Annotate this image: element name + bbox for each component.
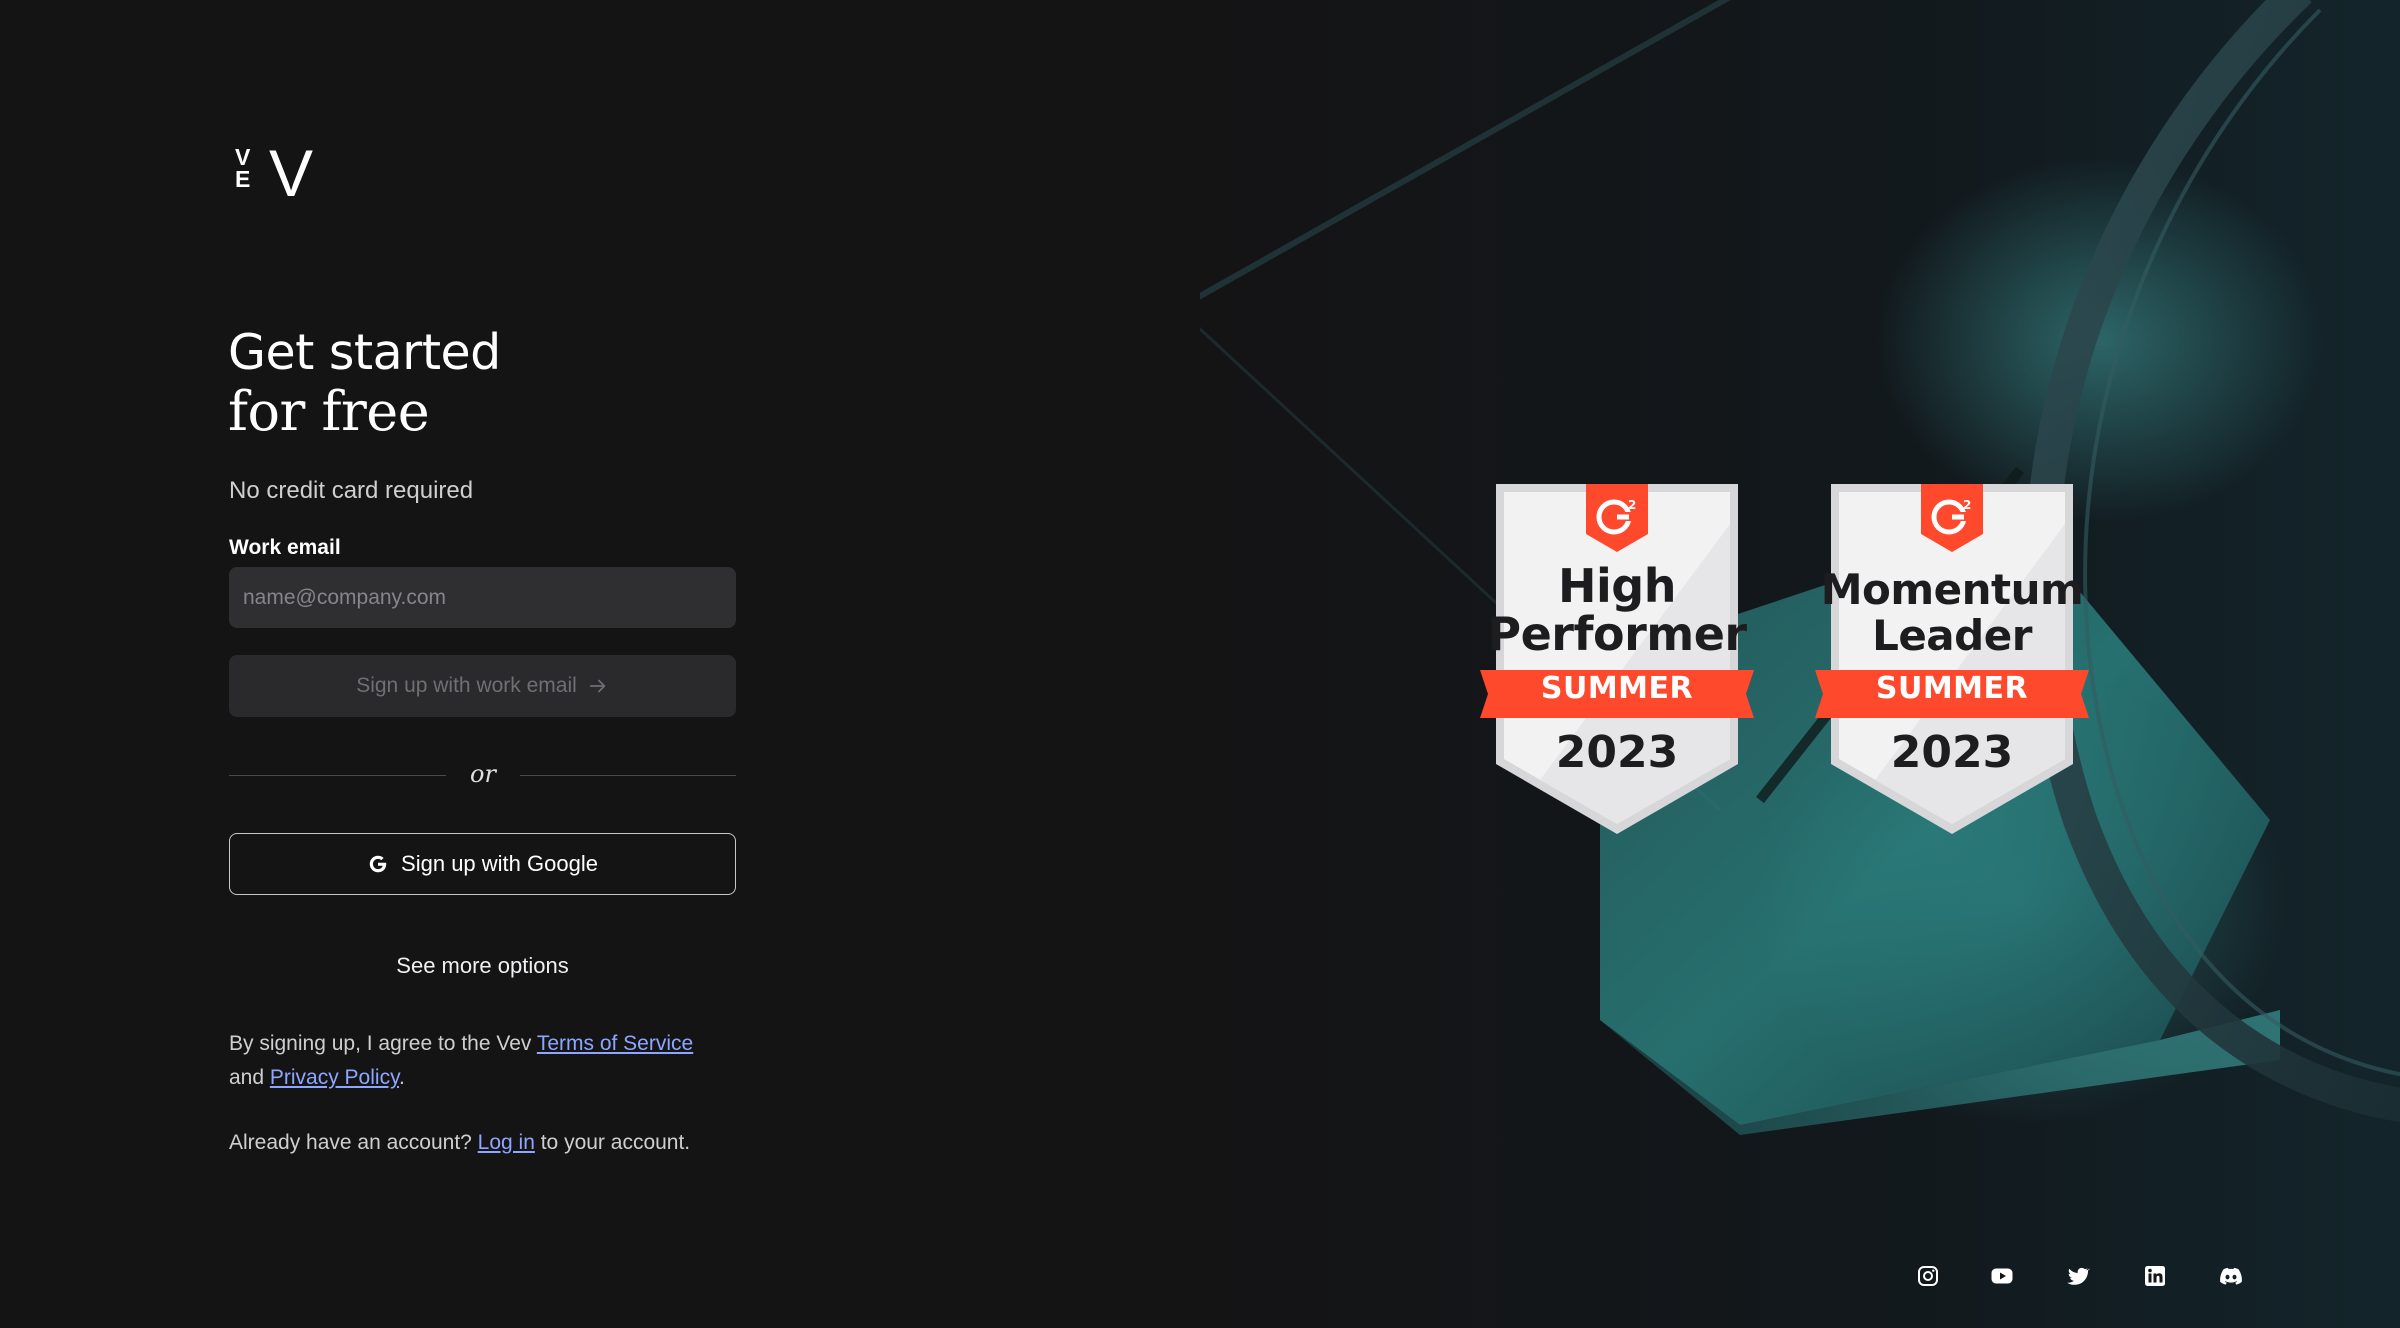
svg-text:2: 2: [1963, 498, 1971, 512]
page-title-line2: for free: [228, 380, 430, 443]
divider-right: [520, 775, 736, 776]
legal-and: and: [229, 1066, 270, 1089]
arrow-right-icon: [589, 679, 606, 693]
signup-google-label: Sign up with Google: [401, 851, 598, 876]
page-title-line1: Get started: [228, 324, 501, 381]
signup-google-button[interactable]: Sign up with Google: [229, 833, 736, 895]
instagram-icon[interactable]: [1914, 1262, 1942, 1290]
badge-year: 2023: [1555, 727, 1679, 778]
legal-suffix: .: [399, 1066, 405, 1089]
logo-small-bottom: E: [235, 166, 251, 192]
login-link[interactable]: Log in: [478, 1131, 535, 1154]
badge-title-line1: Momentum: [1820, 565, 2084, 614]
discord-icon[interactable]: [2217, 1262, 2245, 1290]
see-more-options-link[interactable]: See more options: [229, 953, 736, 979]
account-text: Already have an account? Log in to your …: [229, 1131, 690, 1155]
linkedin-icon[interactable]: [2141, 1262, 2169, 1290]
badge-season: SUMMER: [1540, 671, 1694, 706]
badge-title-line2: Leader: [1872, 611, 2032, 660]
badge-year: 2023: [1890, 727, 2014, 778]
svg-text:2: 2: [1628, 498, 1636, 512]
subtitle: No credit card required: [229, 477, 474, 504]
account-suffix: to your account.: [534, 1131, 691, 1154]
twitter-icon[interactable]: [2064, 1262, 2092, 1290]
signup-email-button[interactable]: Sign up with work email: [229, 655, 736, 717]
logo-big: V: [269, 136, 314, 210]
terms-of-service-link[interactable]: Terms of Service: [537, 1032, 693, 1055]
privacy-policy-link[interactable]: Privacy Policy: [270, 1066, 399, 1089]
legal-prefix: By signing up, I agree to the Vev: [229, 1032, 537, 1055]
badge-momentum-leader: 2 Momentum Leader SUMMER 2023: [1815, 484, 2089, 834]
vev-logo[interactable]: V E V: [229, 140, 319, 206]
legal-text: By signing up, I agree to the Vev Terms …: [229, 1027, 693, 1095]
badge-high-performer: 2 High Performer SUMMER 2023: [1480, 484, 1754, 834]
email-field[interactable]: [229, 567, 736, 628]
badge-title-line2: Performer: [1487, 607, 1747, 661]
divider-or: or: [470, 760, 496, 788]
hero-artwork: [1200, 0, 2400, 1328]
divider-left: [229, 775, 446, 776]
google-icon: [369, 855, 387, 873]
badge-season: SUMMER: [1875, 671, 2029, 706]
badge-title-line1: High: [1558, 559, 1676, 613]
email-label: Work email: [229, 536, 341, 559]
account-prefix: Already have an account?: [229, 1131, 478, 1154]
youtube-icon[interactable]: [1988, 1262, 2016, 1290]
signup-email-label: Sign up with work email: [356, 674, 577, 697]
